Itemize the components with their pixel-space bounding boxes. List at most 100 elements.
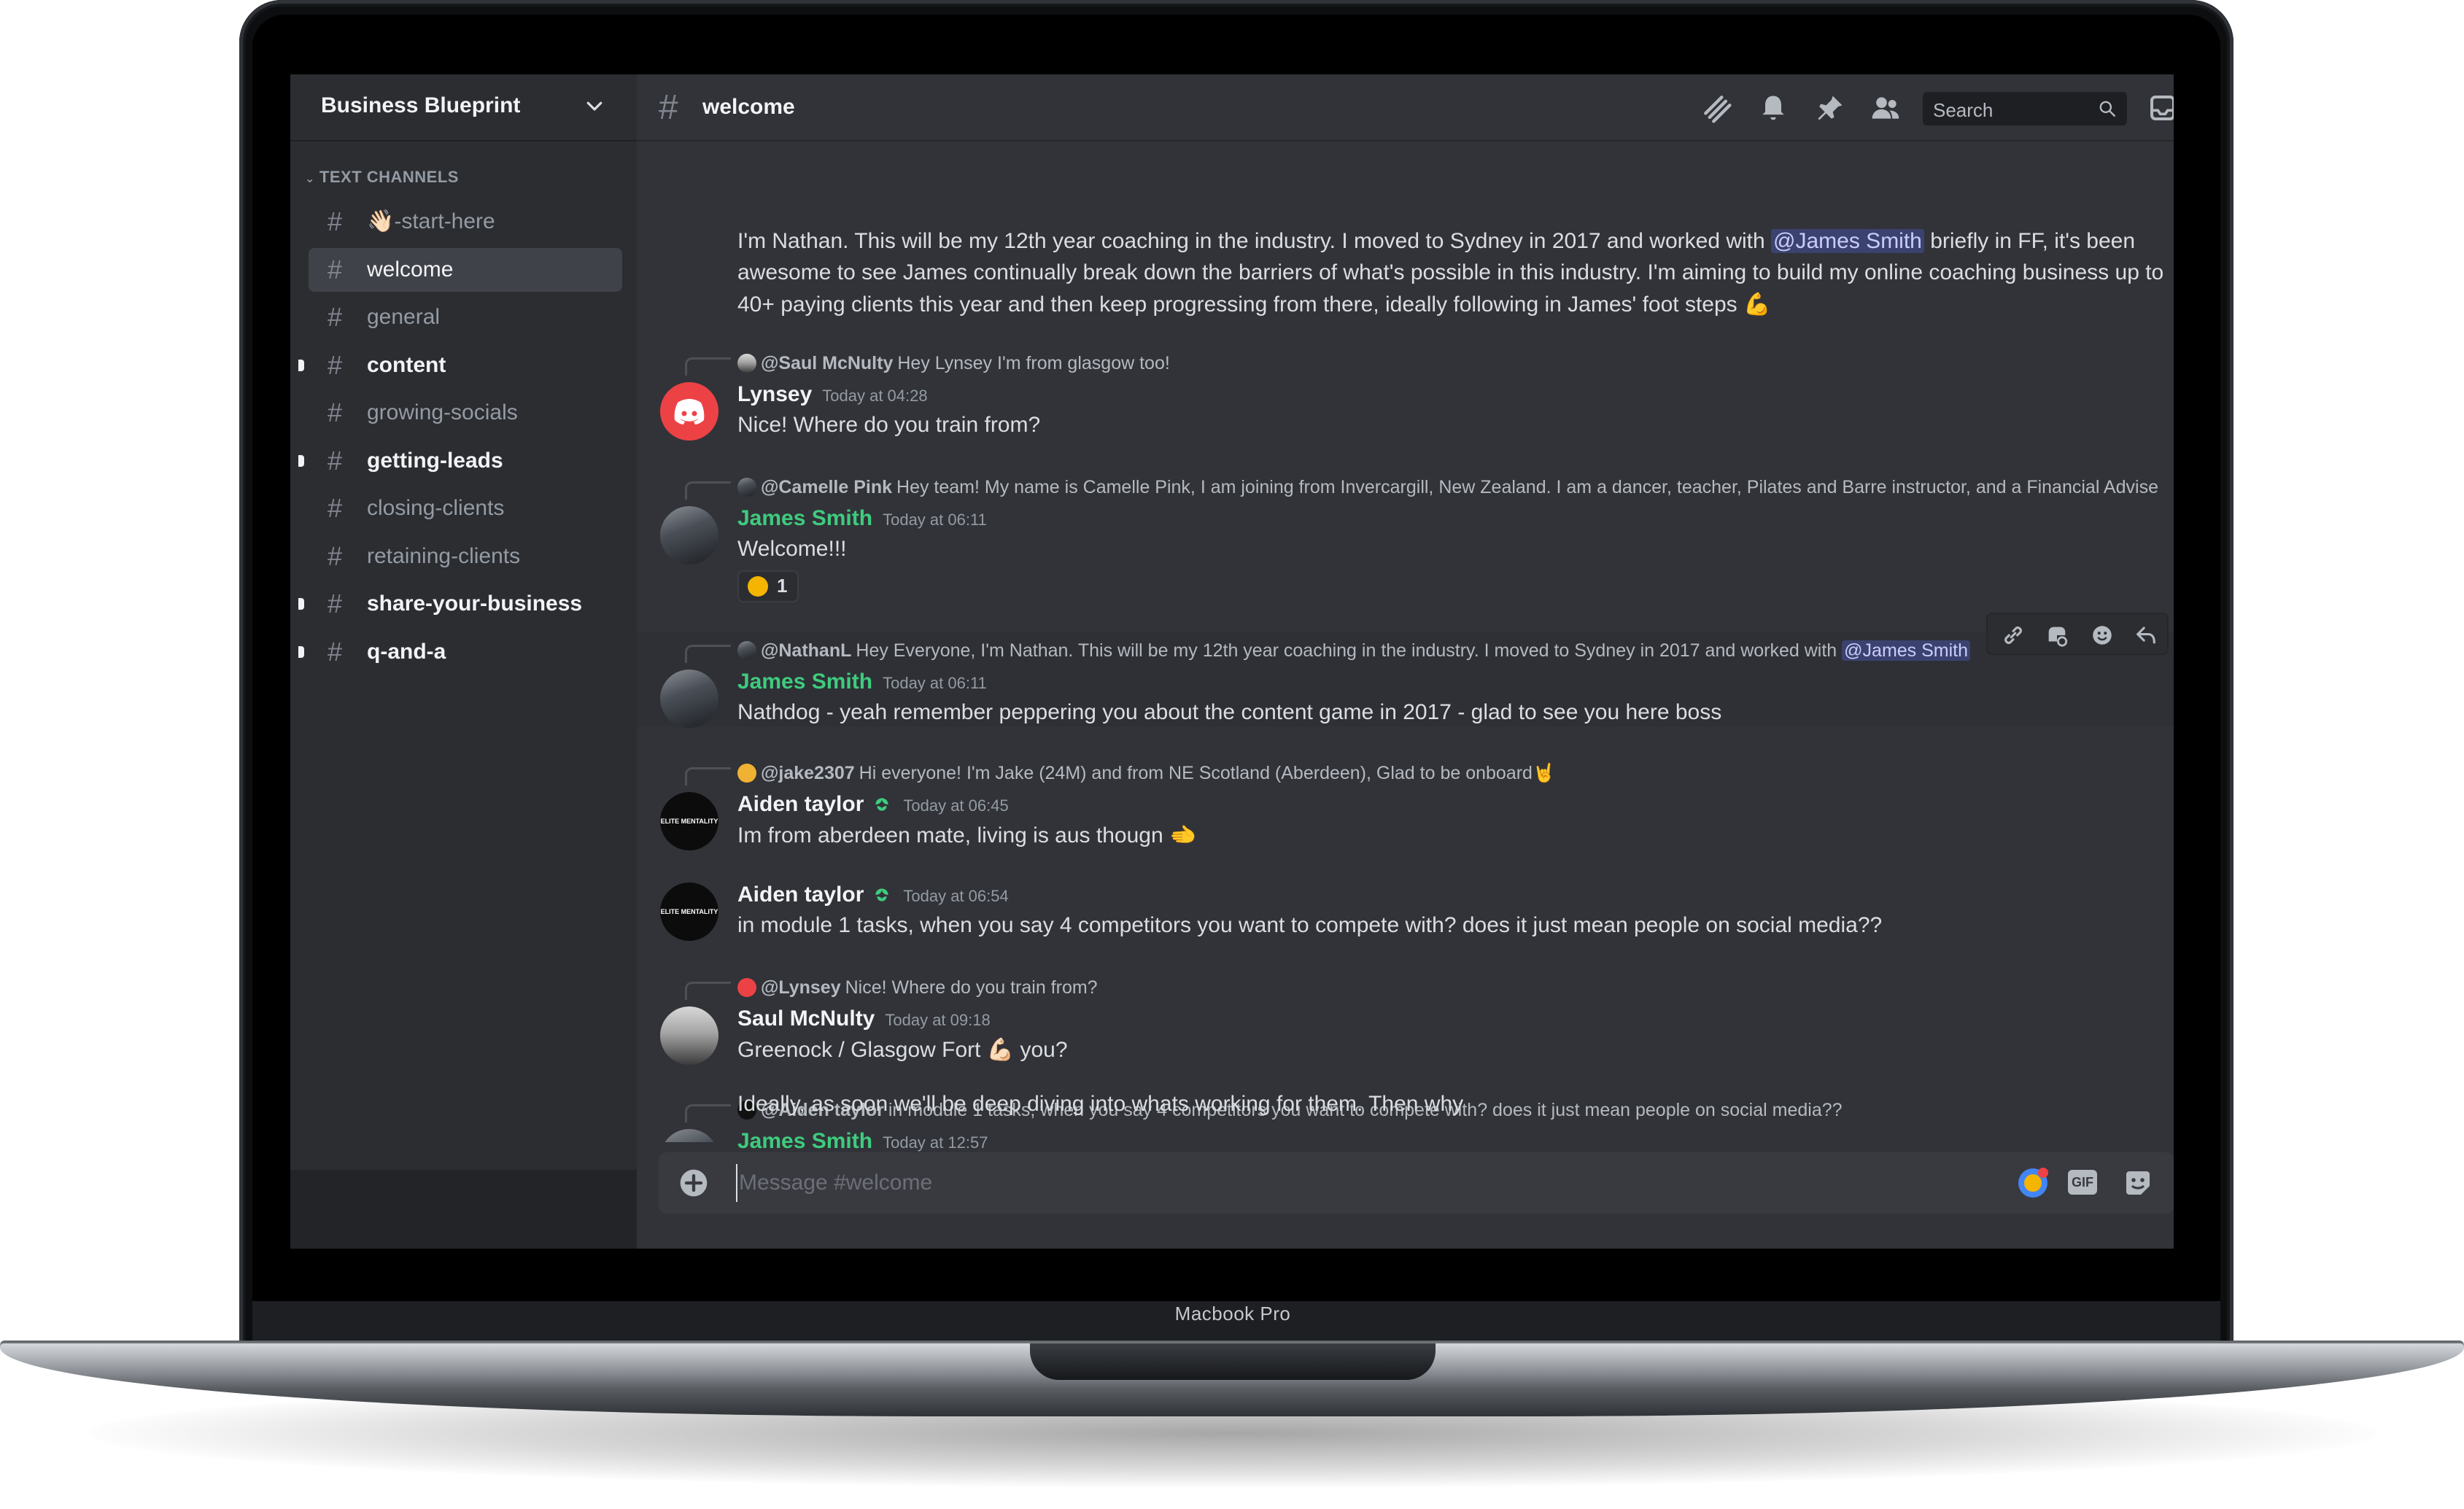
star-struck-emoji-icon xyxy=(748,576,768,597)
message-author[interactable]: Saul McNulty Today at 09:18 xyxy=(737,1006,991,1031)
avatar[interactable] xyxy=(660,1006,718,1065)
message-author[interactable]: James Smith Today at 12:57 xyxy=(737,1129,988,1154)
user-panel xyxy=(290,1170,637,1249)
reaction-count: 1 xyxy=(777,575,788,597)
message-text: 40+ paying clients this year and then ke… xyxy=(737,292,1771,317)
channel-label: share-your-business xyxy=(367,591,583,616)
category-text-channels[interactable]: ⌄ TEXT CHANNELS xyxy=(305,168,459,187)
author-name: Lynsey xyxy=(737,382,813,406)
user-mention[interactable]: @James Smith xyxy=(1842,640,1971,661)
avatar xyxy=(737,978,756,997)
author-name: James Smith xyxy=(737,506,873,530)
reply-preview[interactable]: @Lynsey Nice! Where do you train from? xyxy=(737,977,1098,998)
search-input[interactable]: Search xyxy=(1923,92,2127,125)
channel-share-your-business[interactable]: # share-your-business xyxy=(298,582,622,626)
pin-icon[interactable] xyxy=(1814,92,1846,124)
device-label: Macbook Pro xyxy=(1174,1303,1291,1324)
reply-text: Hey team! My name is Camelle Pink, I am … xyxy=(896,477,2158,497)
add-reaction-icon[interactable] xyxy=(2090,623,2115,648)
channel-closing-clients[interactable]: # closing-clients xyxy=(309,486,622,530)
message-text: Im from aberdeen mate, living is aus tho… xyxy=(737,823,1197,847)
avatar[interactable] xyxy=(660,382,718,441)
message-text: in module 1 tasks, when you say 4 compet… xyxy=(737,913,1883,937)
reply-preview[interactable]: @NathanL Hey Everyone, I'm Nathan. This w… xyxy=(737,640,1971,662)
message-author[interactable]: James Smith Today at 06:11 xyxy=(737,670,987,694)
hash-icon: # xyxy=(659,88,678,127)
reply-icon[interactable] xyxy=(2134,623,2158,648)
gif-icon[interactable]: GIF xyxy=(2068,1170,2097,1195)
thread-icon[interactable] xyxy=(2045,623,2069,648)
role-badge-icon xyxy=(875,798,889,811)
message-text: Nice! Where do you train from? xyxy=(737,413,1041,437)
channel-getting-leads[interactable]: # getting-leads xyxy=(298,439,622,483)
reply-spine xyxy=(685,982,731,1000)
reply-spine xyxy=(685,481,731,500)
message-timestamp: Today at 09:18 xyxy=(885,1011,991,1029)
channel-label: getting-leads xyxy=(367,449,503,473)
channel-growing-socials[interactable]: # growing-socials xyxy=(309,391,622,435)
message-text: Ideally, as soon we'll be deep diving in… xyxy=(737,1092,1464,1116)
message-author[interactable]: Lynsey Today at 04:28 xyxy=(737,382,928,407)
avatar[interactable] xyxy=(660,1129,718,1142)
channel-general[interactable]: # general xyxy=(309,295,622,339)
unread-indicator xyxy=(298,360,304,371)
hash-icon: # xyxy=(327,206,343,236)
channel-label: growing-socials xyxy=(367,400,518,424)
discord-window: Business Blueprint ⌄ TEXT CHANNELS # 👋🏻-s… xyxy=(290,74,2174,1249)
reply-text: Nice! Where do you train from? xyxy=(845,977,1098,998)
chevron-down-icon xyxy=(586,101,603,111)
avatar xyxy=(737,478,756,497)
reply-text: Hey Everyone, I'm Nathan. This will be m… xyxy=(856,640,1843,661)
avatar[interactable]: ELITE MENTALITY xyxy=(660,792,718,850)
reply-preview[interactable]: @Saul McNulty Hey Lynsey I'm from glasgow… xyxy=(737,353,1170,374)
category-label: TEXT CHANNELS xyxy=(319,168,459,186)
reply-author: @Saul McNulty xyxy=(761,353,894,373)
reply-preview[interactable]: @jake2307 Hi everyone! I'm Jake (24M) and… xyxy=(737,763,1555,784)
author-name: James Smith xyxy=(737,1129,873,1153)
channel-label: closing-clients xyxy=(367,496,505,520)
reply-author: @Lynsey xyxy=(761,977,841,998)
inbox-icon[interactable] xyxy=(2148,93,2174,123)
avatar[interactable] xyxy=(660,506,718,565)
reply-spine xyxy=(685,1104,731,1122)
avatar[interactable] xyxy=(660,670,718,728)
laptop-notch xyxy=(1030,1343,1436,1380)
channel-welcome[interactable]: # welcome xyxy=(309,248,622,292)
message-input[interactable] xyxy=(736,1164,1907,1202)
reply-author: @Camelle Pink xyxy=(761,477,893,497)
avatar[interactable]: ELITE MENTALITY xyxy=(660,882,718,941)
bell-icon[interactable] xyxy=(1757,92,1789,124)
server-header[interactable]: Business Blueprint xyxy=(290,74,637,141)
author-name: Saul McNulty xyxy=(737,1006,875,1031)
hash-icon: # xyxy=(327,397,343,427)
reply-preview[interactable]: @Camelle Pink Hey team! My name is Camell… xyxy=(737,477,2158,498)
avatar xyxy=(737,354,756,373)
channel-retaining-clients[interactable]: # retaining-clients xyxy=(309,535,622,578)
reply-spine xyxy=(685,767,731,785)
plus-icon[interactable] xyxy=(679,1168,708,1198)
channel-q-and-a[interactable]: # q-and-a xyxy=(298,630,622,674)
message-author[interactable]: Aiden taylor Today at 06:45 xyxy=(737,792,1009,817)
avatar-text: ELITE MENTALITY xyxy=(660,818,718,825)
author-name: Aiden taylor xyxy=(737,882,864,907)
user-mention[interactable]: @James Smith xyxy=(1771,229,1924,253)
members-icon[interactable] xyxy=(1870,92,1902,124)
sticker-icon[interactable] xyxy=(2120,1165,2155,1200)
unread-indicator xyxy=(298,646,304,658)
message-author[interactable]: Aiden taylor Today at 06:54 xyxy=(737,882,1009,907)
avatar xyxy=(737,641,756,660)
nitro-icon[interactable] xyxy=(2015,1165,2050,1200)
server-name: Business Blueprint xyxy=(321,93,521,117)
channel-label: general xyxy=(367,305,441,329)
hash-icon: # xyxy=(327,493,343,523)
channel-title: welcome xyxy=(702,95,795,119)
message-author[interactable]: James Smith Today at 06:11 xyxy=(737,506,987,531)
channel-content[interactable]: # content xyxy=(298,344,622,387)
link-icon[interactable] xyxy=(2001,623,2026,648)
channel-start-here[interactable]: # 👋🏻-start-here xyxy=(309,200,622,244)
reply-text: Hey Lynsey I'm from glasgow too! xyxy=(897,353,1170,373)
reaction-pill[interactable]: 1 xyxy=(737,570,799,602)
threads-icon[interactable] xyxy=(1700,92,1732,124)
message-text-segment: briefly in FF, it's been xyxy=(1923,229,2136,253)
channel-sidebar: Business Blueprint ⌄ TEXT CHANNELS # 👋🏻-s… xyxy=(290,74,637,1249)
